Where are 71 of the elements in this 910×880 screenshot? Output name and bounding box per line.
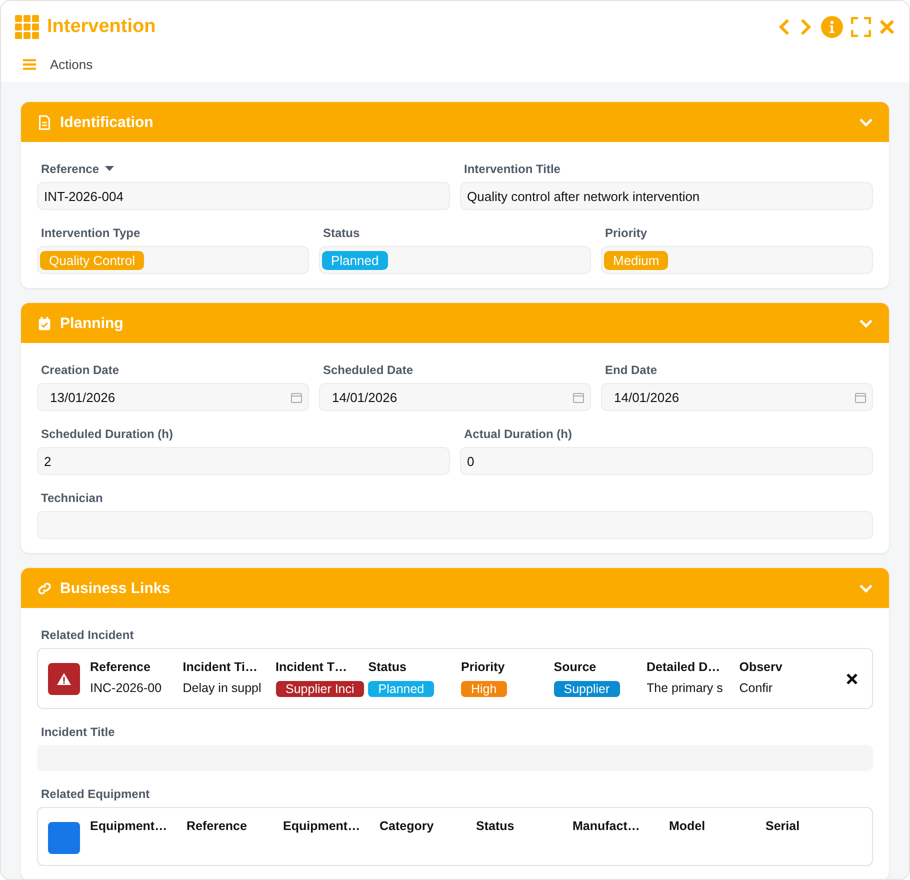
caret-icon[interactable] [105,166,114,172]
column-header: Reference [90,660,152,674]
window-title: Intervention [47,16,157,38]
record-value: INC-2026-00 [90,681,162,695]
date-field[interactable]: 14/01/2026 [601,383,873,411]
column-header: Equipment… [90,819,168,833]
chevron-left-icon[interactable] [777,18,791,36]
grid-icon[interactable] [15,15,39,39]
column-header: Reference [186,819,248,833]
field-label: Related Incident [41,628,134,642]
tag: Planned [322,250,388,270]
tag: Supplier [554,681,620,697]
tag: Medium [604,250,668,270]
calendar-icon[interactable] [573,392,584,402]
column-header: Incident Ti… [182,660,259,674]
field-label: Reference [41,162,100,176]
field-label: Technician [41,491,103,505]
menu-icon[interactable] [23,59,36,70]
section-title: Business Links [60,580,172,596]
actions-menu[interactable]: Actions [50,57,93,72]
field-label: Incident Title [41,725,115,739]
tag: High [461,681,507,697]
column-header: Priority [461,660,506,674]
column-header: Equipment… [283,819,362,833]
field-label: Priority [605,226,648,240]
column-header: Detailed D… [646,660,722,674]
column-header: Observ [739,660,784,674]
column-header: Source [554,660,598,674]
field-label: Scheduled Date [323,363,414,377]
column-header: Serial [766,819,801,833]
link-icon [37,580,52,596]
column-header: Manufact… [572,819,641,833]
document-icon [37,114,52,130]
record-value: The primary s [646,681,723,695]
field-label: Scheduled Duration (h) [41,427,173,441]
tag: Quality Control [40,250,144,270]
input-field[interactable]: 2 [37,447,450,475]
calendar-icon[interactable] [291,392,302,402]
record-value: Confir [739,681,773,695]
tag: Supplier Inci [276,681,364,697]
column-header: Model [669,819,706,833]
field-label: Intervention Type [41,226,140,240]
field-label: End Date [605,363,658,377]
field-label: Actual Duration (h) [464,427,572,441]
column-header: Category [380,819,435,833]
column-header: Status [368,660,408,674]
column-header: Incident T… [276,660,348,674]
close-icon[interactable] [879,19,895,35]
input-field[interactable]: INT-2026-004 [37,182,450,210]
info-icon[interactable] [821,16,843,38]
column-header: Status [476,819,516,833]
field-label: Intervention Title [464,162,560,176]
field-label: Creation Date [41,363,120,377]
field-label: Related Equipment [41,787,150,801]
input-field[interactable]: Quality control after network intervention [460,182,873,210]
calendar-icon[interactable] [855,392,866,402]
record-value: Delay in suppl [182,681,262,695]
input-field[interactable]: 0 [460,447,873,475]
chevron-right-icon[interactable] [799,18,813,36]
date-field[interactable]: 14/01/2026 [319,383,591,411]
chevron-icon[interactable] [859,584,873,592]
tag: Planned [368,681,434,697]
section-title: Identification [60,114,154,130]
chevron-icon[interactable] [859,118,873,126]
field-label: Status [323,226,360,240]
fullscreen-icon[interactable] [851,17,871,37]
calendar-icon [37,316,52,330]
remove-icon[interactable] [846,672,858,684]
section-title: Planning [60,314,124,332]
chevron-icon[interactable] [859,318,873,328]
date-field[interactable]: 13/01/2026 [37,383,309,411]
